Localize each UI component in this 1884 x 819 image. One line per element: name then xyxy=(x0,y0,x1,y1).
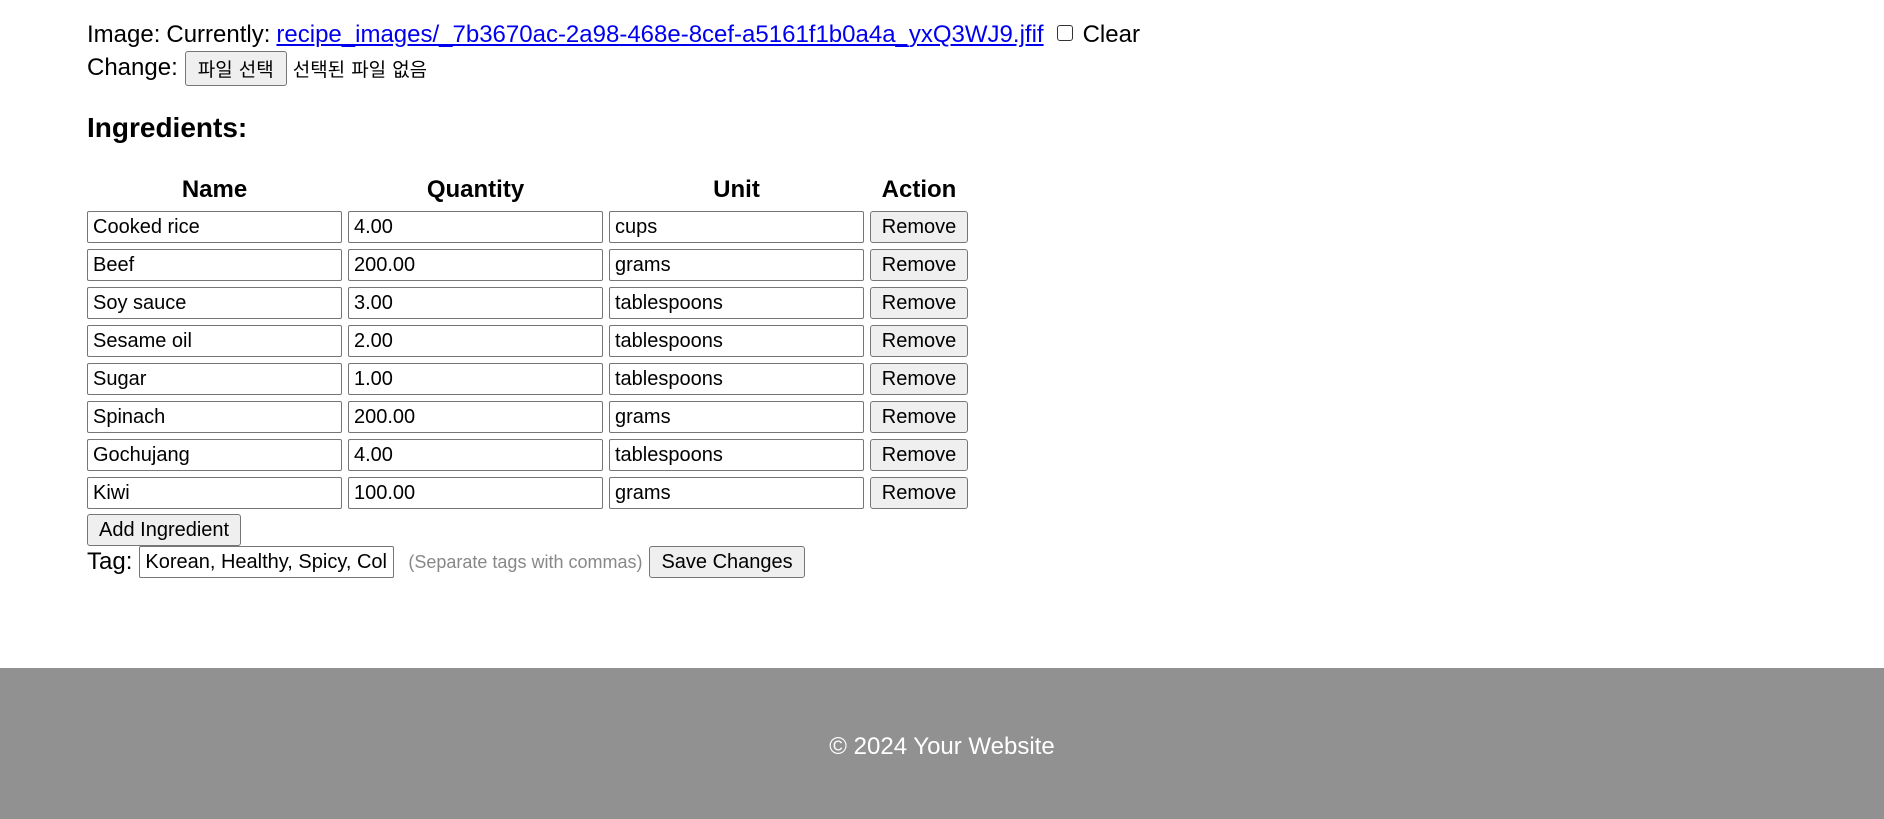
ingredient-name-input[interactable]: Gochujang xyxy=(87,439,342,471)
ingredient-unit-input[interactable]: tablespoons xyxy=(609,325,864,357)
remove-ingredient-button[interactable]: Remove xyxy=(870,211,968,243)
image-row: Image: Currently: recipe_images/_7b3670a… xyxy=(87,18,1140,52)
current-image-link[interactable]: recipe_images/_7b3670ac-2a98-468e-8cef-a… xyxy=(276,21,1043,49)
remove-ingredient-button[interactable]: Remove xyxy=(870,477,968,509)
remove-ingredient-button[interactable]: Remove xyxy=(870,287,968,319)
ingredient-unit-input[interactable]: grams xyxy=(609,249,864,281)
ingredient-name-input[interactable]: Spinach xyxy=(87,401,342,433)
ingredient-row: Beef 200.00 grams Remove xyxy=(87,246,968,284)
ingredients-header-row: Name Quantity Unit Action xyxy=(87,172,968,208)
ingredient-quantity-input[interactable]: 3.00 xyxy=(348,287,603,319)
ingredient-row: Cooked rice 4.00 cups Remove xyxy=(87,208,968,246)
ingredient-row: Soy sauce 3.00 tablespoons Remove xyxy=(87,284,968,322)
ingredient-name-input[interactable]: Sugar xyxy=(87,363,342,395)
remove-ingredient-button[interactable]: Remove xyxy=(870,401,968,433)
tag-label: Tag: xyxy=(87,548,133,575)
site-footer: © 2024 Your Website xyxy=(0,668,1884,819)
ingredient-name-input[interactable]: Beef xyxy=(87,249,342,281)
ingredient-quantity-input[interactable]: 100.00 xyxy=(348,477,603,509)
ingredient-row: Sesame oil 2.00 tablespoons Remove xyxy=(87,322,968,360)
choose-file-button[interactable]: 파일 선택 xyxy=(184,50,287,86)
image-label: Image: xyxy=(87,21,161,48)
ingredient-unit-input[interactable]: tablespoons xyxy=(609,287,864,319)
ingredient-unit-input[interactable]: grams xyxy=(609,477,864,509)
ingredient-quantity-input[interactable]: 4.00 xyxy=(348,211,603,243)
remove-ingredient-button[interactable]: Remove xyxy=(870,249,968,281)
ingredient-row: Spinach 200.00 grams Remove xyxy=(87,398,968,436)
clear-label: Clear xyxy=(1082,21,1140,48)
ingredient-row: Gochujang 4.00 tablespoons Remove xyxy=(87,436,968,474)
no-file-selected-text: 선택된 파일 없음 xyxy=(292,58,428,81)
column-header-action: Action xyxy=(881,176,957,203)
ingredient-unit-input[interactable]: tablespoons xyxy=(609,439,864,471)
ingredient-unit-input[interactable]: tablespoons xyxy=(609,363,864,395)
ingredient-quantity-input[interactable]: 4.00 xyxy=(348,439,603,471)
remove-ingredient-button[interactable]: Remove xyxy=(870,363,968,395)
column-header-quantity: Quantity xyxy=(426,176,525,203)
ingredient-name-input[interactable]: Sesame oil xyxy=(87,325,342,357)
footer-copyright: © 2024 Your Website xyxy=(829,732,1055,760)
ingredient-name-input[interactable]: Kiwi xyxy=(87,477,342,509)
save-changes-button[interactable]: Save Changes xyxy=(649,546,805,578)
tag-row: Tag: Korean, Healthy, Spicy, Col (Separa… xyxy=(87,545,805,579)
remove-ingredient-button[interactable]: Remove xyxy=(870,325,968,357)
ingredient-quantity-input[interactable]: 1.00 xyxy=(348,363,603,395)
remove-ingredient-button[interactable]: Remove xyxy=(870,439,968,471)
ingredient-name-input[interactable]: Cooked rice xyxy=(87,211,342,243)
ingredients-table: Name Quantity Unit Action Cooked rice 4.… xyxy=(81,172,974,512)
ingredient-quantity-input[interactable]: 200.00 xyxy=(348,249,603,281)
clear-image-checkbox[interactable] xyxy=(1056,25,1073,41)
ingredient-unit-input[interactable]: cups xyxy=(609,211,864,243)
add-ingredient-button[interactable]: Add Ingredient xyxy=(87,514,242,546)
tag-input[interactable]: Korean, Healthy, Spicy, Col xyxy=(139,546,395,578)
ingredient-row: Sugar 1.00 tablespoons Remove xyxy=(87,360,968,398)
ingredient-unit-input[interactable]: grams xyxy=(609,401,864,433)
change-image-row: Change: 파일 선택 선택된 파일 없음 xyxy=(87,50,427,86)
ingredient-quantity-input[interactable]: 2.00 xyxy=(348,325,603,357)
ingredient-name-input[interactable]: Soy sauce xyxy=(87,287,342,319)
change-label: Change: xyxy=(87,54,178,81)
tag-hint: (Separate tags with commas) xyxy=(408,551,643,572)
ingredient-row: Kiwi 100.00 grams Remove xyxy=(87,474,968,512)
column-header-unit: Unit xyxy=(713,176,760,203)
ingredient-quantity-input[interactable]: 200.00 xyxy=(348,401,603,433)
currently-label: Currently: xyxy=(166,21,271,48)
ingredients-heading: Ingredients: xyxy=(87,112,248,143)
column-header-name: Name xyxy=(181,176,248,203)
